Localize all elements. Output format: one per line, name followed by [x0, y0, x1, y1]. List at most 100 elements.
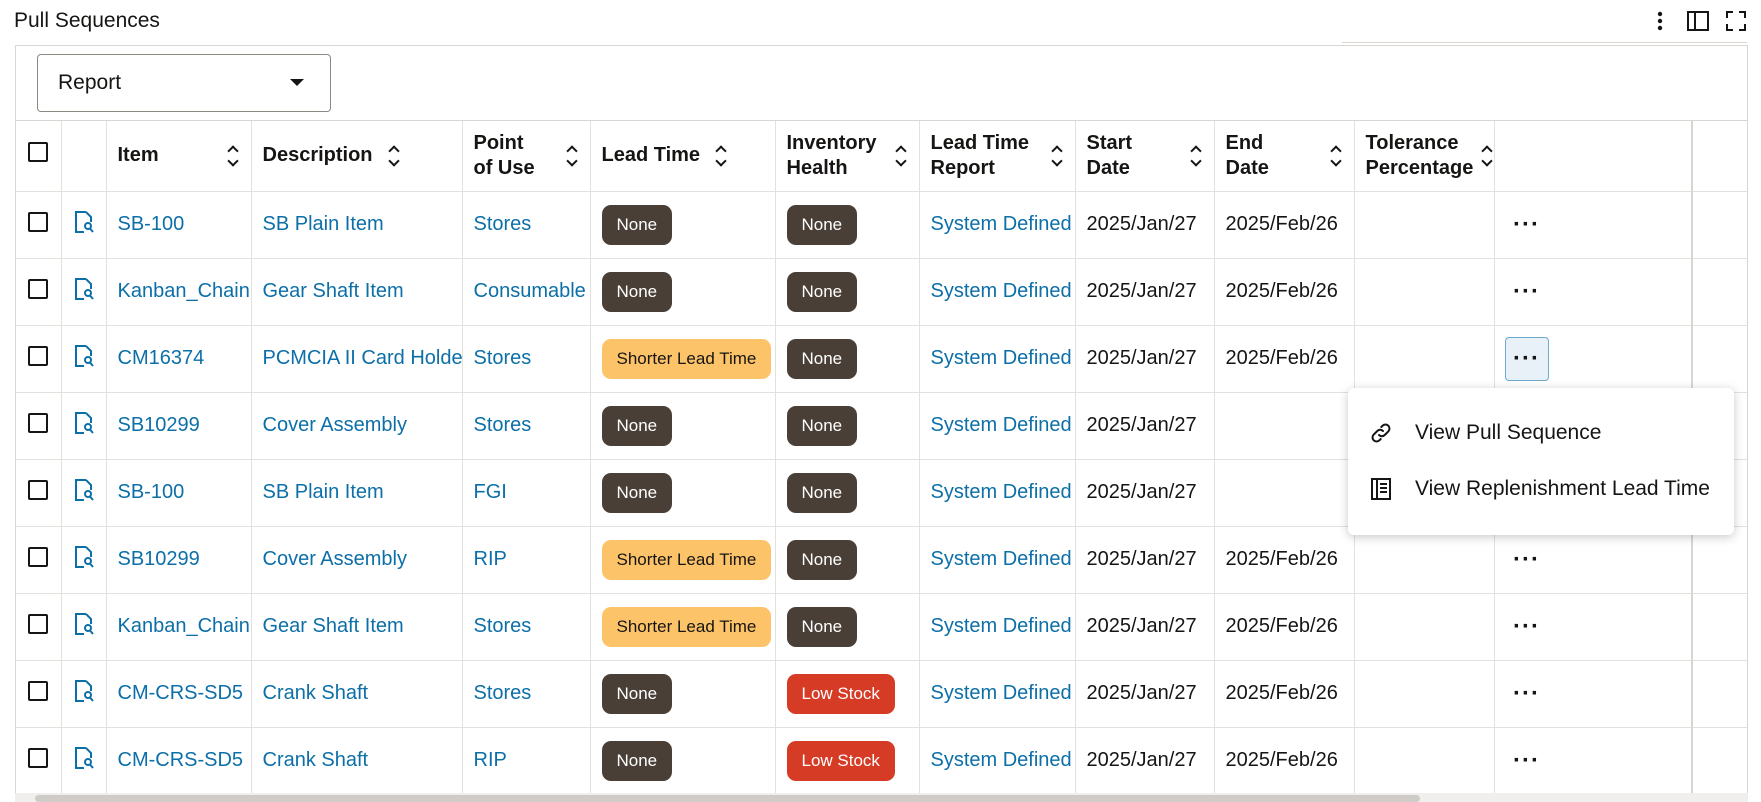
- point-of-use-cell[interactable]: RIP: [462, 727, 591, 795]
- row-actions-button[interactable]: ···: [1505, 270, 1549, 314]
- item-cell[interactable]: CM-CRS-SD5: [106, 660, 252, 728]
- report-select[interactable]: Report: [37, 54, 331, 112]
- description-link[interactable]: Crank Shaft: [263, 682, 369, 704]
- description-cell[interactable]: Crank Shaft: [251, 660, 463, 728]
- row-actions-button[interactable]: ···: [1504, 336, 1549, 381]
- item-cell[interactable]: SB-100: [106, 191, 252, 259]
- lead-time-report-link[interactable]: System Defined: [931, 414, 1072, 436]
- lead-time-report-cell[interactable]: System Defined: [919, 325, 1076, 393]
- point-of-use-cell[interactable]: Stores: [462, 593, 591, 661]
- row-actions-button[interactable]: ···: [1505, 605, 1549, 649]
- description-cell[interactable]: SB Plain Item: [251, 191, 463, 259]
- lead-time-report-link[interactable]: System Defined: [931, 682, 1072, 704]
- description-cell[interactable]: Gear Shaft Item: [251, 593, 463, 661]
- lead-time-report-cell[interactable]: System Defined: [919, 526, 1076, 594]
- sort-icon[interactable]: [714, 145, 728, 167]
- lead-time-report-link[interactable]: System Defined: [931, 481, 1072, 503]
- view-details-icon[interactable]: [74, 411, 94, 434]
- lead-time-report-link[interactable]: System Defined: [931, 213, 1072, 235]
- item-link[interactable]: CM-CRS-SD5: [118, 682, 244, 704]
- row-checkbox[interactable]: [28, 412, 48, 433]
- item-link[interactable]: SB10299: [118, 548, 200, 570]
- row-checkbox[interactable]: [28, 278, 48, 299]
- column-header-description[interactable]: Description: [251, 121, 463, 192]
- table-row[interactable]: CM16374 PCMCIA II Card Holder Stores Shorte…: [16, 325, 1747, 393]
- sort-icon[interactable]: [1481, 145, 1493, 167]
- description-cell[interactable]: SB Plain Item: [251, 459, 463, 527]
- item-cell[interactable]: CM16374: [106, 325, 252, 393]
- point-of-use-cell[interactable]: FGI: [462, 459, 591, 527]
- sort-icon[interactable]: [1050, 145, 1064, 167]
- menu-item-view-pull-sequence[interactable]: View Pull Sequence: [1348, 405, 1734, 461]
- lead-time-report-link[interactable]: System Defined: [931, 548, 1072, 570]
- description-link[interactable]: SB Plain Item: [263, 481, 384, 503]
- description-link[interactable]: Cover Assembly: [263, 548, 408, 570]
- row-checkbox[interactable]: [28, 747, 48, 768]
- view-details-icon[interactable]: [74, 277, 94, 300]
- more-vertical-icon[interactable]: [1649, 10, 1671, 32]
- point-of-use-link[interactable]: Stores: [474, 615, 532, 637]
- view-details-icon[interactable]: [74, 746, 94, 769]
- item-link[interactable]: SB-100: [118, 213, 185, 235]
- row-actions-button[interactable]: ···: [1505, 672, 1549, 716]
- item-cell[interactable]: CM-CRS-SD5: [106, 727, 252, 795]
- point-of-use-link[interactable]: Stores: [474, 213, 532, 235]
- sort-icon[interactable]: [1189, 145, 1203, 167]
- lead-time-report-link[interactable]: System Defined: [931, 749, 1072, 771]
- view-details-icon[interactable]: [74, 478, 94, 501]
- item-cell[interactable]: Kanban_Chain: [106, 593, 252, 661]
- table-row[interactable]: SB10299 Cover Assembly RIP Shorter Lead Tim…: [16, 526, 1747, 594]
- lead-time-report-cell[interactable]: System Defined: [919, 660, 1076, 728]
- row-checkbox[interactable]: [28, 211, 48, 232]
- description-link[interactable]: PCMCIA II Card Holder: [263, 347, 462, 369]
- point-of-use-link[interactable]: FGI: [474, 481, 507, 503]
- point-of-use-cell[interactable]: Consumable: [462, 258, 591, 326]
- table-row[interactable]: SB-100 SB Plain Item Stores None None System …: [16, 191, 1747, 259]
- item-link[interactable]: SB-100: [118, 481, 185, 503]
- item-cell[interactable]: SB-100: [106, 459, 252, 527]
- menu-item-view-replenishment-lead-time[interactable]: View Replenishment Lead Time: [1348, 461, 1734, 517]
- sort-icon[interactable]: [565, 145, 579, 167]
- fullscreen-icon[interactable]: [1725, 10, 1747, 32]
- item-link[interactable]: Kanban_Chain: [118, 615, 250, 637]
- column-header-inventory-health[interactable]: Inventory Health: [775, 121, 920, 192]
- item-link[interactable]: CM-CRS-SD5: [118, 749, 244, 771]
- item-link[interactable]: SB10299: [118, 414, 200, 436]
- item-cell[interactable]: SB10299: [106, 392, 252, 460]
- row-actions-button[interactable]: ···: [1505, 538, 1549, 582]
- description-cell[interactable]: Cover Assembly: [251, 392, 463, 460]
- column-header-end-date[interactable]: End Date: [1214, 121, 1355, 192]
- description-link[interactable]: SB Plain Item: [263, 213, 384, 235]
- point-of-use-cell[interactable]: Stores: [462, 392, 591, 460]
- sort-icon[interactable]: [894, 145, 908, 167]
- table-row[interactable]: CM-CRS-SD5 Crank Shaft Stores None Low Stock…: [16, 660, 1747, 728]
- column-header-lead-time-report[interactable]: Lead Time Report: [919, 121, 1076, 192]
- table-row[interactable]: CM-CRS-SD5 Crank Shaft RIP None Low Stock Sys…: [16, 727, 1747, 795]
- description-link[interactable]: Gear Shaft Item: [263, 615, 404, 637]
- point-of-use-link[interactable]: Consumable: [474, 280, 586, 302]
- item-cell[interactable]: Kanban_Chain: [106, 258, 252, 326]
- description-cell[interactable]: Gear Shaft Item: [251, 258, 463, 326]
- description-link[interactable]: Cover Assembly: [263, 414, 408, 436]
- select-all-checkbox[interactable]: [28, 142, 48, 163]
- row-checkbox[interactable]: [28, 613, 48, 634]
- column-header-start-date[interactable]: Start Date: [1075, 121, 1215, 192]
- lead-time-report-cell[interactable]: System Defined: [919, 459, 1076, 527]
- point-of-use-link[interactable]: Stores: [474, 682, 532, 704]
- lead-time-report-cell[interactable]: System Defined: [919, 191, 1076, 259]
- row-checkbox[interactable]: [28, 479, 48, 500]
- column-header-lead-time[interactable]: Lead Time: [590, 121, 776, 192]
- scrollbar-thumb[interactable]: [35, 795, 1420, 802]
- description-cell[interactable]: PCMCIA II Card Holder: [251, 325, 463, 393]
- row-actions-button[interactable]: ···: [1505, 203, 1549, 247]
- item-link[interactable]: CM16374: [118, 347, 205, 369]
- row-checkbox[interactable]: [28, 546, 48, 567]
- point-of-use-link[interactable]: Stores: [474, 347, 532, 369]
- description-link[interactable]: Crank Shaft: [263, 749, 369, 771]
- lead-time-report-cell[interactable]: System Defined: [919, 258, 1076, 326]
- item-link[interactable]: Kanban_Chain: [118, 280, 250, 302]
- panel-layout-icon[interactable]: [1687, 10, 1709, 32]
- lead-time-report-cell[interactable]: System Defined: [919, 593, 1076, 661]
- lead-time-report-link[interactable]: System Defined: [931, 347, 1072, 369]
- table-row[interactable]: Kanban_Chain Gear Shaft Item Consumable Non…: [16, 258, 1747, 326]
